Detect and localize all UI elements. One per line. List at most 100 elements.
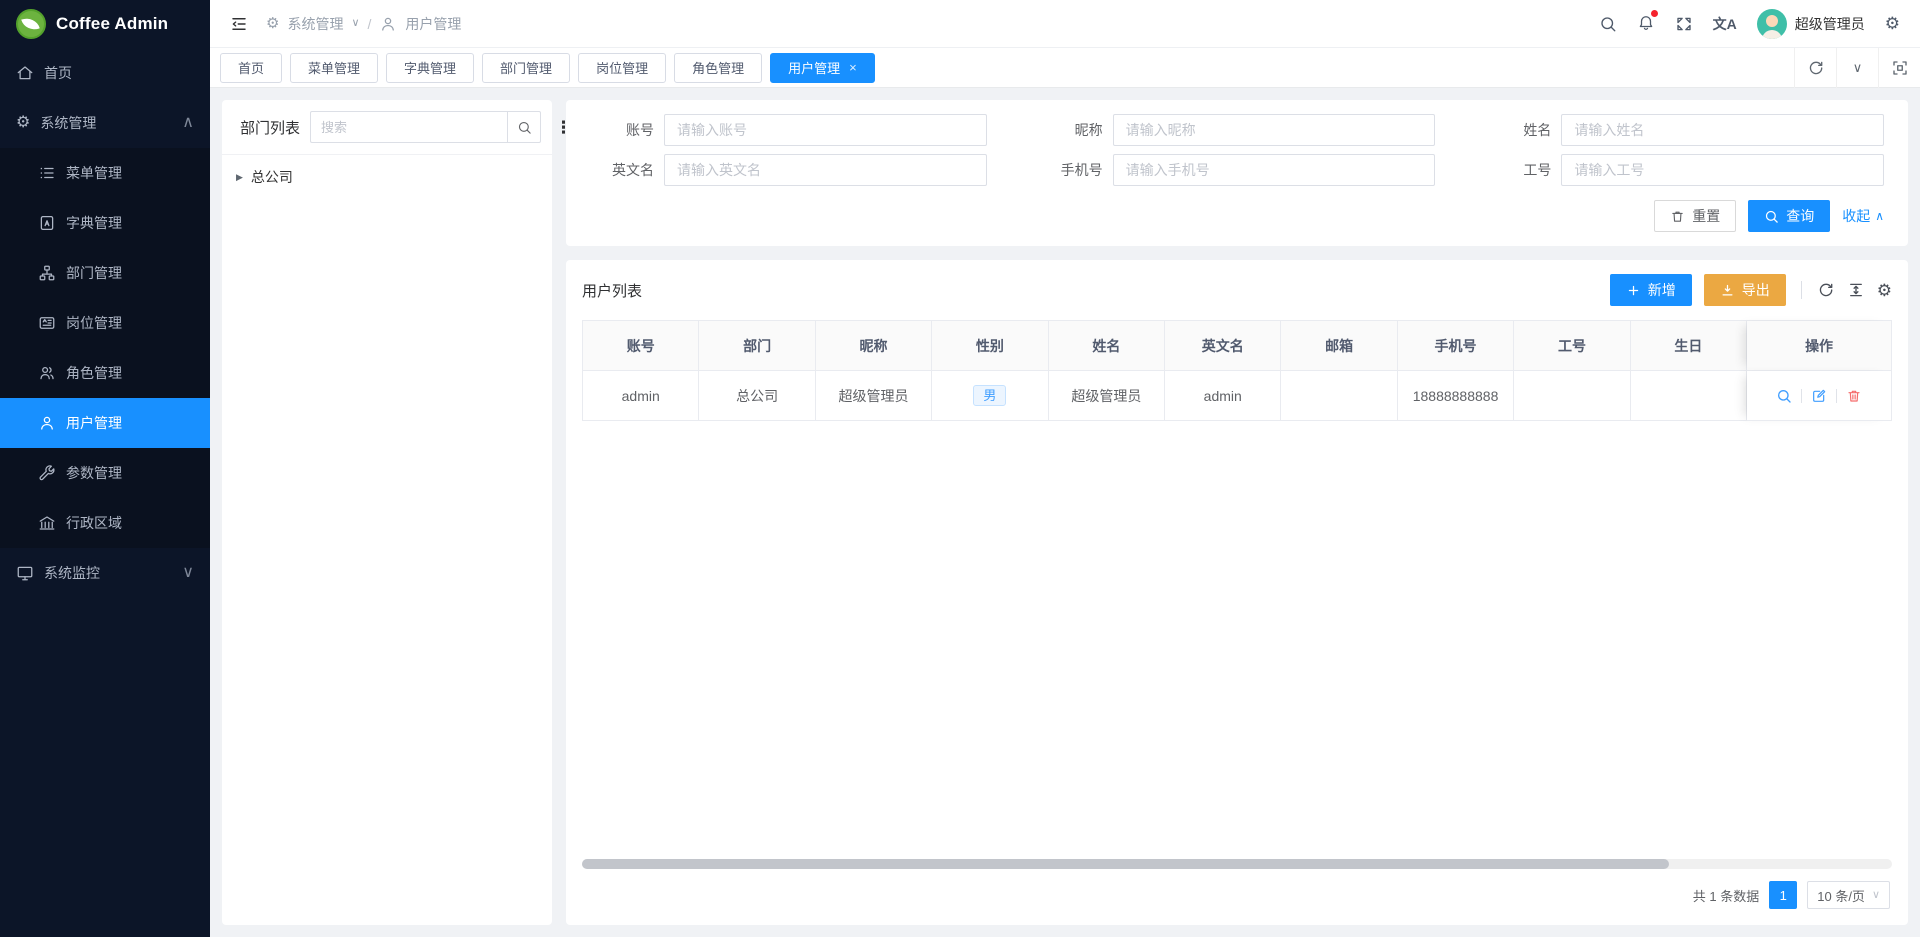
chevron-up-icon: ∧ bbox=[182, 115, 194, 131]
name-input[interactable] bbox=[1561, 114, 1884, 146]
tab-user-mgmt[interactable]: 用户管理 × bbox=[770, 53, 875, 83]
cell-birthday bbox=[1631, 371, 1747, 421]
right-column: 账号 昵称 姓名 英文名 bbox=[566, 100, 1908, 925]
sidebar-item-label: 行政区域 bbox=[66, 513, 122, 533]
id-card-icon bbox=[38, 314, 56, 332]
query-button[interactable]: 查询 bbox=[1748, 200, 1830, 232]
col-header-actions: 操作 bbox=[1747, 321, 1892, 371]
dept-search-input[interactable] bbox=[310, 111, 507, 143]
add-user-button[interactable]: 新增 bbox=[1610, 274, 1692, 306]
chevron-down-icon: ∨ bbox=[182, 565, 194, 581]
maximize-content-button[interactable] bbox=[1878, 48, 1920, 88]
sidebar-item-dept-mgmt[interactable]: 部门管理 bbox=[0, 248, 210, 298]
sidebar-item-label: 角色管理 bbox=[66, 363, 122, 383]
cell-phone: 18888888888 bbox=[1398, 371, 1514, 421]
export-button[interactable]: 导出 bbox=[1704, 274, 1786, 306]
delete-row-button[interactable] bbox=[1846, 388, 1862, 404]
content: 部门列表 ⋮ ▶ 总公司 bbox=[210, 88, 1920, 937]
sidebar-item-param-mgmt[interactable]: 参数管理 bbox=[0, 448, 210, 498]
avatar bbox=[1757, 9, 1787, 39]
sidebar-item-post-mgmt[interactable]: 岗位管理 bbox=[0, 298, 210, 348]
col-header-phone: 手机号 bbox=[1398, 321, 1514, 371]
collapse-filter-link[interactable]: 收起 ∧ bbox=[1842, 206, 1884, 226]
chevron-up-icon: ∧ bbox=[1875, 210, 1884, 222]
filter-form: 账号 昵称 姓名 英文名 bbox=[582, 114, 1884, 186]
user-menu[interactable]: 超级管理员 bbox=[1757, 9, 1865, 39]
sidebar-item-home[interactable]: 首页 bbox=[0, 48, 210, 98]
en-name-input[interactable] bbox=[664, 154, 987, 186]
tab-home[interactable]: 首页 bbox=[220, 53, 282, 83]
col-header-job-no: 工号 bbox=[1514, 321, 1630, 371]
edit-row-button[interactable] bbox=[1811, 388, 1827, 404]
page-1-button[interactable]: 1 bbox=[1769, 881, 1797, 909]
col-header-nickname: 昵称 bbox=[816, 321, 932, 371]
cell-dept: 总公司 bbox=[699, 371, 815, 421]
tab-dept-mgmt[interactable]: 部门管理 bbox=[482, 53, 570, 83]
density-icon bbox=[1847, 281, 1865, 299]
leaf-logo-icon bbox=[16, 9, 46, 39]
sidebar-item-region-mgmt[interactable]: 行政区域 bbox=[0, 498, 210, 548]
scrollbar-thumb[interactable] bbox=[582, 859, 1669, 869]
sidebar-group-label: 系统监控 bbox=[44, 563, 100, 583]
settings-gear-icon[interactable]: ⚙ bbox=[1885, 15, 1900, 32]
tree-node-root[interactable]: ▶ 总公司 bbox=[236, 167, 538, 187]
notification-bell[interactable] bbox=[1637, 13, 1655, 34]
collapse-sidebar-icon[interactable] bbox=[230, 15, 248, 33]
field-name: 姓名 bbox=[1479, 114, 1884, 146]
search-filter-card: 账号 昵称 姓名 英文名 bbox=[566, 100, 1908, 246]
col-header-name: 姓名 bbox=[1049, 321, 1165, 371]
row-density-button[interactable] bbox=[1847, 281, 1865, 299]
table-toolbar: 用户列表 新增 导出 bbox=[582, 274, 1892, 306]
translate-icon[interactable]: 文A bbox=[1713, 14, 1737, 34]
sidebar-group-monitor[interactable]: 系统监控 ∨ bbox=[0, 548, 210, 598]
column-settings-button[interactable]: ⚙ bbox=[1877, 282, 1892, 299]
view-row-button[interactable] bbox=[1776, 388, 1792, 404]
reset-button[interactable]: 重置 bbox=[1654, 200, 1736, 232]
home-icon bbox=[16, 64, 34, 82]
horizontal-scrollbar[interactable] bbox=[582, 859, 1892, 869]
sidebar-item-role-mgmt[interactable]: 角色管理 bbox=[0, 348, 210, 398]
search-icon bbox=[517, 120, 532, 135]
refresh-table-button[interactable] bbox=[1817, 281, 1835, 299]
refresh-tab-button[interactable] bbox=[1794, 48, 1836, 88]
sidebar-item-dict-mgmt[interactable]: 字典管理 bbox=[0, 198, 210, 248]
dept-panel-title: 部门列表 bbox=[240, 117, 300, 138]
cell-name: 超级管理员 bbox=[1049, 371, 1165, 421]
total-count: 共 1 条数据 bbox=[1693, 886, 1759, 905]
account-input[interactable] bbox=[664, 114, 987, 146]
table-title: 用户列表 bbox=[582, 280, 642, 301]
job-no-input[interactable] bbox=[1561, 154, 1884, 186]
trash-icon bbox=[1670, 209, 1685, 224]
field-job-no: 工号 bbox=[1479, 154, 1884, 186]
dept-search-button[interactable] bbox=[507, 111, 541, 143]
nickname-input[interactable] bbox=[1113, 114, 1436, 146]
chevron-down-icon[interactable]: ∨ bbox=[351, 18, 359, 29]
breadcrumb-separator: / bbox=[368, 16, 372, 32]
field-nickname: 昵称 bbox=[1031, 114, 1436, 146]
user-table: 账号 部门 昵称 性别 姓名 英文名 邮箱 手机号 工号 生日 操作 admin bbox=[582, 320, 1892, 421]
tab-list-dropdown-button[interactable]: ∨ bbox=[1836, 48, 1878, 88]
close-icon[interactable]: × bbox=[849, 60, 857, 75]
tab-role-mgmt[interactable]: 角色管理 bbox=[674, 53, 762, 83]
page-size-select[interactable]: 10 条/页 ∨ bbox=[1807, 881, 1890, 909]
tab-menu-mgmt[interactable]: 菜单管理 bbox=[290, 53, 378, 83]
refresh-icon bbox=[1807, 59, 1825, 77]
caret-right-icon[interactable]: ▶ bbox=[236, 173, 243, 182]
divider bbox=[1836, 389, 1837, 403]
user-icon bbox=[379, 15, 397, 33]
breadcrumb-section[interactable]: 系统管理 bbox=[287, 14, 343, 34]
search-icon[interactable] bbox=[1599, 15, 1617, 33]
dept-tree: ▶ 总公司 bbox=[222, 155, 552, 199]
sidebar-item-label: 用户管理 bbox=[66, 413, 122, 433]
tab-dict-mgmt[interactable]: 字典管理 bbox=[386, 53, 474, 83]
dictionary-icon bbox=[38, 214, 56, 232]
sidebar-item-user-mgmt[interactable]: 用户管理 bbox=[0, 398, 210, 448]
list-icon bbox=[38, 164, 56, 182]
sidebar-group-system[interactable]: ⚙ 系统管理 ∧ bbox=[0, 98, 210, 148]
fullscreen-icon[interactable] bbox=[1675, 15, 1693, 33]
col-header-dept: 部门 bbox=[699, 321, 815, 371]
tab-post-mgmt[interactable]: 岗位管理 bbox=[578, 53, 666, 83]
sidebar-item-menu-mgmt[interactable]: 菜单管理 bbox=[0, 148, 210, 198]
phone-input[interactable] bbox=[1113, 154, 1436, 186]
gear-icon: ⚙ bbox=[16, 115, 30, 131]
